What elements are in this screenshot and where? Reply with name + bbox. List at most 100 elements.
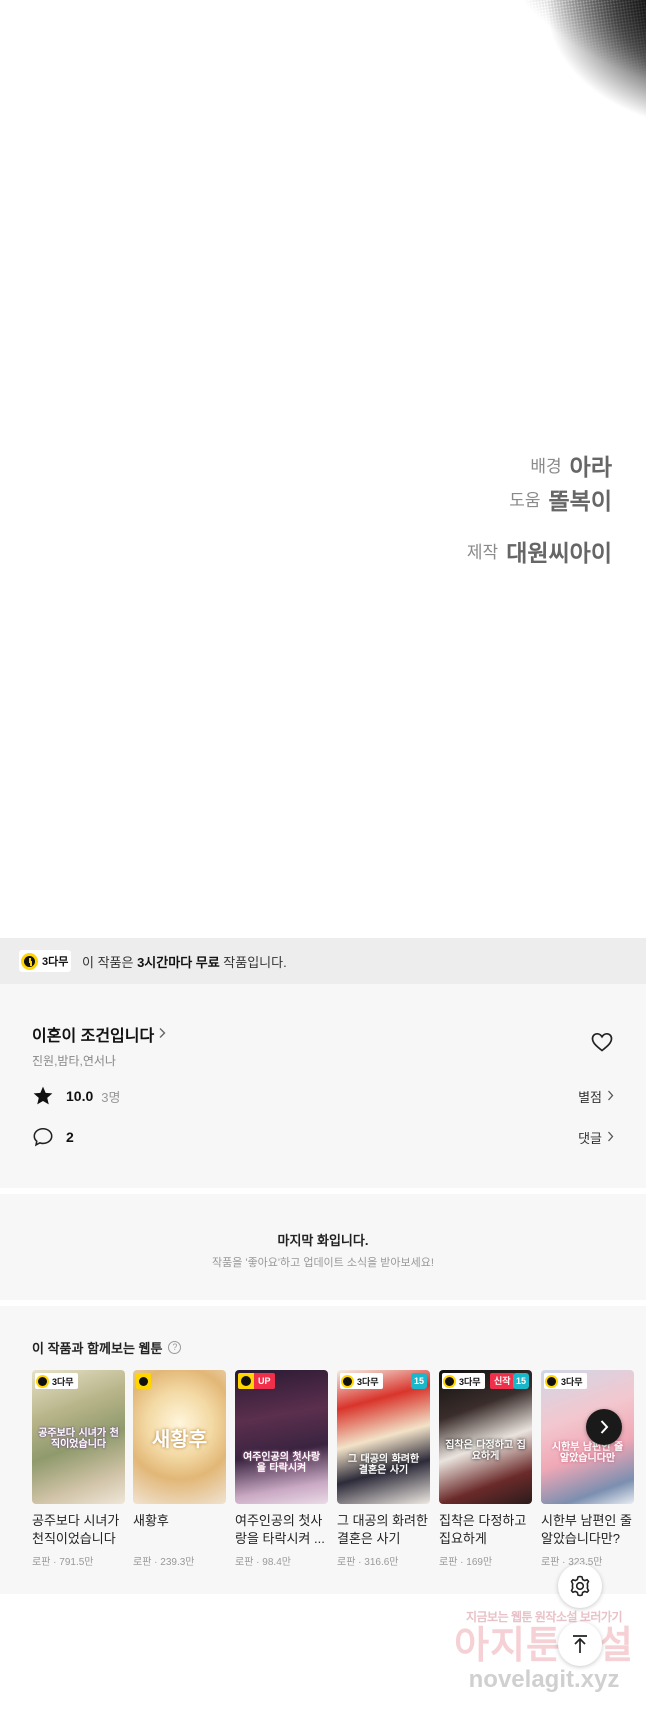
series-title-link[interactable]: 이혼이 조건입니다 bbox=[32, 1022, 166, 1046]
card-title: 시한부 남편인 줄 알았습니다만? bbox=[541, 1513, 632, 1546]
card-title: 집착은 다정하고 집요하게 bbox=[439, 1513, 527, 1546]
comment-link[interactable]: 댓글 bbox=[578, 1128, 614, 1147]
gear-icon bbox=[570, 1575, 590, 1597]
recommend-card[interactable]: 그 대공의 화려한 결혼은 사기 3다무 15 그 대공의 화려한 결혼은 사기… bbox=[337, 1370, 430, 1568]
series-title: 이혼이 조건입니다 bbox=[32, 1028, 155, 1045]
recommend-card[interactable]: 공주보다 시녀가 천직이었습니다 3다무 공주보다 시녀가 천직이었습니다 로판… bbox=[32, 1370, 125, 1568]
card-cover: 시한부 남편인 줄 알았습니다만 3다무 bbox=[541, 1370, 634, 1504]
chevron-right-icon bbox=[607, 1089, 614, 1104]
cover-title: 시한부 남편인 줄 알았습니다만 bbox=[551, 1442, 624, 1464]
update-tag: UP bbox=[238, 1373, 275, 1389]
help-icon[interactable]: ? bbox=[168, 1341, 182, 1354]
rating-count: 3명 bbox=[101, 1089, 121, 1105]
comment-bubble-icon bbox=[32, 1126, 54, 1148]
wait-free-tag: 3다무 bbox=[35, 1373, 78, 1389]
cover-title: 집착은 다정하고 집요하게 bbox=[445, 1440, 526, 1462]
wait-free-tag: 3다무 bbox=[340, 1373, 383, 1389]
scroll-top-button[interactable] bbox=[558, 1622, 602, 1666]
clock-icon bbox=[545, 1374, 558, 1388]
recommend-panel: 이 작품과 함께보는 웹툰 ? 공주보다 시녀가 천직이었습니다 3다무 공주보… bbox=[0, 1306, 646, 1594]
chevron-right-icon bbox=[600, 1420, 609, 1434]
rating-link[interactable]: 별점 bbox=[578, 1087, 614, 1106]
last-episode-panel: 마지막 화입니다. 작품을 '좋아요'하고 업데이트 소식을 받아보세요! bbox=[0, 1194, 646, 1300]
card-meta: 로판 · 169만 bbox=[439, 1557, 493, 1568]
card-cover: 새황후 bbox=[133, 1370, 226, 1504]
age-15-badge: 15 bbox=[513, 1373, 529, 1389]
credit-production: 제작 대원씨아이 bbox=[467, 536, 612, 570]
recommend-card[interactable]: 시한부 남편인 줄 알았습니다만 3다무 시한부 남편인 줄 알았습니다만? 로… bbox=[541, 1370, 634, 1568]
card-cover: 집착은 다정하고 집요하게 3다무 신작 15 bbox=[439, 1370, 532, 1504]
wait-free-badge: 3다무 bbox=[19, 950, 71, 972]
free-notice-bar: 3다무 이 작품은 3시간마다 무료 작품입니다. bbox=[0, 938, 646, 984]
rating-row: 10.0 3명 별점 bbox=[32, 1083, 614, 1109]
clock-icon bbox=[21, 952, 38, 970]
comment-link-label: 댓글 bbox=[578, 1130, 602, 1146]
wait-free-tag bbox=[136, 1373, 151, 1389]
cover-title: 그 대공의 화려한 결혼은 사기 bbox=[347, 1454, 420, 1476]
cover-title: 새황후 bbox=[151, 1427, 208, 1451]
wait-free-tag: 3다무 bbox=[442, 1373, 485, 1389]
last-episode-subtitle: 작품을 '좋아요'하고 업데이트 소식을 받아보세요! bbox=[212, 1257, 434, 1269]
recommend-carousel: 공주보다 시녀가 천직이었습니다 3다무 공주보다 시녀가 천직이었습니다 로판… bbox=[32, 1370, 646, 1580]
card-title: 새황후 bbox=[133, 1513, 169, 1528]
series-info-panel: 이혼이 조건입니다 진원,밤타,연서나 10.0 3명 별점 2 댓글 bbox=[0, 984, 646, 1188]
recommend-card[interactable]: 새황후 새황후 로판 · 239.3만 bbox=[133, 1370, 226, 1568]
carousel-next-button[interactable] bbox=[586, 1409, 622, 1445]
clock-icon bbox=[443, 1374, 456, 1388]
credit-name: 아라 bbox=[569, 454, 612, 480]
tag-label: UP bbox=[254, 1373, 275, 1389]
tag-label: 3다무 bbox=[52, 1376, 74, 1387]
age-15-badge: 15 bbox=[411, 1373, 427, 1389]
recommend-card[interactable]: 여주인공의 첫사랑을 타락시켜 UP 여주인공의 첫사랑을 타락시켜 ... 로… bbox=[235, 1370, 328, 1568]
card-cover: 공주보다 시녀가 천직이었습니다 3다무 bbox=[32, 1370, 125, 1504]
notice-text: 이 작품은 3시간마다 무료 작품입니다. bbox=[82, 952, 287, 971]
card-title: 여주인공의 첫사랑을 타락시켜 ... bbox=[235, 1513, 325, 1546]
tag-label: 3다무 bbox=[459, 1376, 481, 1387]
card-meta: 로판 · 791.5만 bbox=[32, 1557, 94, 1568]
settings-button[interactable] bbox=[558, 1564, 602, 1608]
watermark-brand: 아지툰소설 bbox=[454, 1625, 634, 1667]
clock-icon bbox=[137, 1374, 150, 1388]
card-meta: 로판 · 98.4만 bbox=[235, 1557, 291, 1568]
arrow-up-icon bbox=[573, 1635, 587, 1653]
comment-count: 2 bbox=[66, 1129, 74, 1145]
card-cover: 여주인공의 첫사랑을 타락시켜 UP bbox=[235, 1370, 328, 1504]
tag-label: 3다무 bbox=[561, 1376, 583, 1387]
star-icon bbox=[32, 1085, 54, 1107]
watermark-tagline: 지금보는 웹툰 원작소설 보러가기 bbox=[465, 1610, 623, 1624]
notice-bold: 3시간마다 무료 bbox=[137, 955, 220, 970]
rating-value: 10.0 bbox=[66, 1088, 94, 1104]
card-cover: 그 대공의 화려한 결혼은 사기 3다무 15 bbox=[337, 1370, 430, 1504]
rating-link-label: 별점 bbox=[578, 1089, 602, 1105]
series-authors: 진원,밤타,연서나 bbox=[32, 1054, 116, 1068]
clock-icon bbox=[238, 1373, 254, 1389]
notice-suffix: 작품입니다. bbox=[219, 955, 287, 970]
wait-free-tag: 3다무 bbox=[544, 1373, 587, 1389]
credit-assist: 도움 똘복이 bbox=[467, 484, 612, 518]
cover-art bbox=[439, 1370, 532, 1504]
watermark-domain: novelagit.xyz bbox=[468, 1666, 620, 1693]
clock-icon bbox=[36, 1374, 49, 1388]
chevron-right-icon bbox=[607, 1130, 614, 1145]
chevron-right-icon bbox=[158, 1026, 166, 1042]
credit-name: 똘복이 bbox=[548, 488, 612, 515]
recommend-card[interactable]: 집착은 다정하고 집요하게 3다무 신작 15 집착은 다정하고 집요하게 로판… bbox=[439, 1370, 532, 1568]
cover-title: 여주인공의 첫사랑을 타락시켜 bbox=[242, 1452, 321, 1474]
clock-icon bbox=[341, 1374, 354, 1388]
new-badge: 신작 bbox=[490, 1373, 515, 1389]
comment-row: 2 댓글 bbox=[32, 1124, 614, 1150]
credit-role: 배경 bbox=[530, 457, 562, 476]
credit-role: 제작 bbox=[466, 543, 499, 563]
cover-title: 공주보다 시녀가 천직이었습니다 bbox=[38, 1428, 119, 1450]
site-watermark: 지금보는 웹툰 원작소설 보러가기 아지툰소설 novelagit.xyz bbox=[444, 1608, 644, 1693]
halftone-texture bbox=[136, 0, 646, 423]
credits: 배경 아라 도움 똘복이 제작 대원씨아이 bbox=[467, 450, 612, 571]
heart-icon[interactable] bbox=[590, 1030, 614, 1054]
comic-panel: 배경 아라 도움 똘복이 제작 대원씨아이 bbox=[0, 0, 646, 935]
badge-label: 3다무 bbox=[42, 956, 69, 968]
recommend-header: 이 작품과 함께보는 웹툰 ? bbox=[32, 1338, 182, 1357]
credit-background: 배경 아라 bbox=[467, 450, 612, 484]
credit-name: 대원씨아이 bbox=[506, 540, 612, 567]
card-title: 공주보다 시녀가 천직이었습니다 bbox=[32, 1513, 120, 1546]
cover-art bbox=[235, 1370, 328, 1504]
